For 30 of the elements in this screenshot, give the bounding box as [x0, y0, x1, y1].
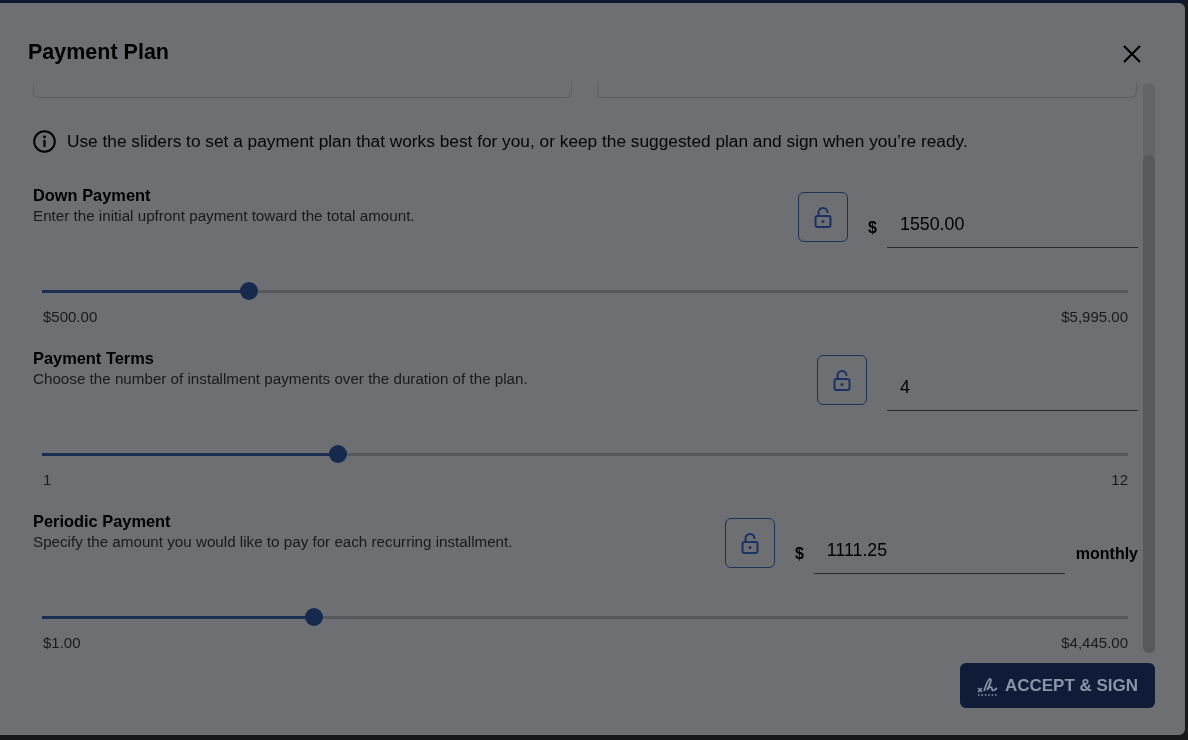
- section-description: Enter the initial upfront payment toward the total amount.: [33, 206, 415, 226]
- section-title: Down Payment: [33, 185, 152, 205]
- lock-toggle-button[interactable]: [798, 192, 849, 242]
- lock-toggle-button[interactable]: [817, 355, 867, 405]
- amount-field[interactable]: 1111.25: [813, 532, 1065, 574]
- amount-field[interactable]: 4: [887, 369, 1138, 411]
- lock-toggle-button[interactable]: [724, 518, 775, 568]
- accept-sign-button[interactable]: ACCEPT & SIGN: [960, 663, 1155, 708]
- slider-max-label: $4,445.00: [1061, 633, 1128, 653]
- currency-symbol: $: [868, 218, 877, 238]
- section-title: Payment Terms: [33, 348, 155, 368]
- slider-min-label: 1: [43, 470, 52, 490]
- slider-max-label: $5,995.00: [1061, 307, 1128, 327]
- slider-thumb[interactable]: [304, 607, 323, 626]
- currency-symbol: $: [794, 544, 804, 564]
- signature-icon: [976, 675, 999, 696]
- slider-min-label: $1.00: [43, 633, 81, 653]
- slider-max-label: 12: [1111, 470, 1128, 490]
- section-description: Choose the number of installment payments over the duration of the plan.: [33, 369, 528, 389]
- section-description: Specify the amount you would like to pay for each recurring installment.: [33, 532, 513, 552]
- amount-field[interactable]: 1550.00: [887, 206, 1138, 248]
- slider-min-label: $500.00: [43, 307, 98, 327]
- info-text: Use the sliders to set a payment plan that works best for you, or keep the suggested plan and sign when you’re ready.: [67, 130, 968, 153]
- dialog-title: Payment Plan: [28, 40, 169, 64]
- info-icon: [33, 129, 56, 153]
- slider-thumb[interactable]: [240, 281, 259, 300]
- close-icon: [1123, 45, 1141, 63]
- section-title: Periodic Payment: [33, 511, 172, 531]
- period-label: monthly: [1075, 544, 1138, 564]
- slider-thumb[interactable]: [329, 444, 348, 463]
